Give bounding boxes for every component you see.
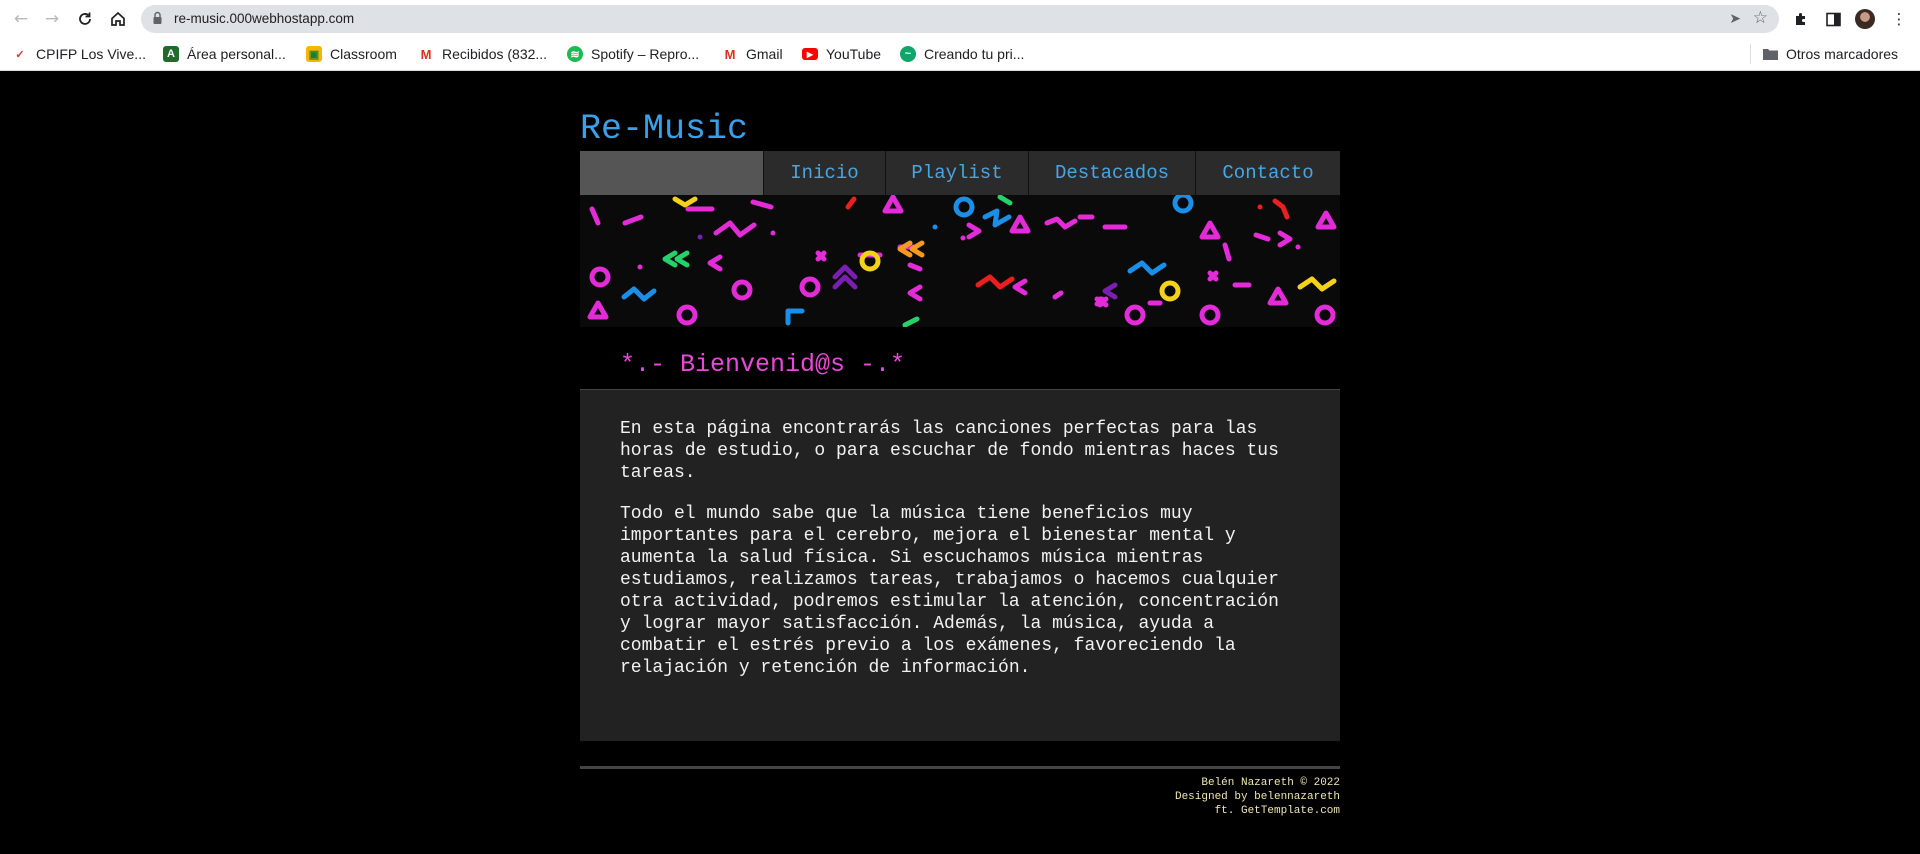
bookmark-label: Creando tu pri... <box>924 46 1025 62</box>
other-bookmarks-folder[interactable]: Otros marcadores <box>1762 45 1898 63</box>
browser-chrome: ← → re-music.000webhostapp.com ➤ ☆ ⋮ ✓ C… <box>0 0 1920 71</box>
bookmark-label: YouTube <box>826 46 882 62</box>
footer-designer: Designed by belennazareth <box>1174 791 1340 803</box>
bookmark-label: Classroom <box>330 46 397 62</box>
send-icon[interactable]: ➤ <box>1729 10 1741 27</box>
bookmark-label: Otros marcadores <box>1786 46 1899 62</box>
profile-avatar[interactable] <box>1855 9 1875 29</box>
browser-toolbar: ← → re-music.000webhostapp.com ➤ ☆ ⋮ <box>0 0 1920 37</box>
moodle-icon: A <box>163 46 179 62</box>
bookmark-label: CPIFP Los Vive... <box>36 46 146 62</box>
nav-item-inicio[interactable]: Inicio <box>763 151 885 195</box>
footer-divider <box>580 766 1340 769</box>
classroom-icon: ▣ <box>306 46 322 62</box>
gmail-icon: M <box>724 46 736 62</box>
bookmark-youtube[interactable]: ▶ YouTube <box>802 45 881 63</box>
reload-icon[interactable] <box>73 7 97 31</box>
bookmark-creando[interactable]: ~ Creando tu pri... <box>900 45 1024 63</box>
intro-paragraph: En esta página encontrarás las canciones… <box>620 419 1279 483</box>
bookmarks-divider <box>1750 44 1751 64</box>
side-panel-icon[interactable] <box>1822 8 1844 30</box>
forward-arrow-icon[interactable]: → <box>40 7 64 31</box>
footer-template-credit[interactable]: ft. GetTemplate.com <box>580 804 1340 818</box>
site-title[interactable]: Re-Music <box>580 109 748 149</box>
spotify-icon: ≋ <box>567 46 583 62</box>
extensions-puzzle-icon[interactable] <box>1790 8 1812 30</box>
bookmark-classroom[interactable]: ▣ Classroom <box>306 45 397 63</box>
welcome-heading: *.- Bienvenid@s -.* <box>620 350 906 379</box>
youtube-icon: ▶ <box>802 48 818 60</box>
bookmark-star-icon[interactable]: ☆ <box>1753 8 1768 28</box>
nav-item-destacados[interactable]: Destacados <box>1028 151 1195 195</box>
banner-image <box>580 195 1340 327</box>
nav-item-contacto[interactable]: Contacto <box>1195 151 1340 195</box>
bookmark-gmail[interactable]: M Gmail <box>722 45 783 63</box>
back-arrow-icon[interactable]: ← <box>9 7 33 31</box>
bookmarks-bar: ✓ CPIFP Los Vive... A Área personal... ▣… <box>0 37 1920 71</box>
nav-item-playlist[interactable]: Playlist <box>885 151 1028 195</box>
bookmark-recibidos[interactable]: M Recibidos (832... <box>418 45 547 63</box>
benefits-paragraph: Todo el mundo sabe que la música tiene b… <box>620 504 1279 678</box>
bookmark-cpifp[interactable]: ✓ CPIFP Los Vive... <box>12 45 146 63</box>
nav-blank-cell <box>580 151 763 195</box>
bookmark-label: Recibidos (832... <box>442 46 548 62</box>
site-footer: Belén Nazareth © 2022 Designed by belenn… <box>580 776 1340 818</box>
bookmark-area-personal[interactable]: A Área personal... <box>163 45 286 63</box>
bookmark-label: Área personal... <box>187 46 286 62</box>
lock-icon <box>153 11 162 24</box>
home-icon[interactable] <box>106 7 130 31</box>
folder-icon <box>1762 46 1778 62</box>
address-bar[interactable]: re-music.000webhostapp.com ➤ ☆ <box>141 5 1779 33</box>
menu-kebab-icon[interactable]: ⋮ <box>1888 8 1910 30</box>
site-icon: ~ <box>900 46 916 62</box>
cpifp-icon: ✓ <box>15 48 25 61</box>
gmail-icon: M <box>420 46 432 62</box>
url-text: re-music.000webhostapp.com <box>174 11 355 26</box>
bookmark-label: Gmail <box>746 46 783 62</box>
content-box: En esta página encontrarás las canciones… <box>580 389 1340 741</box>
bookmark-label: Spotify – Repro... <box>591 46 700 62</box>
web-page: Re-Music Inicio Playlist Destacados Cont… <box>0 71 1920 854</box>
bookmark-spotify[interactable]: ≋ Spotify – Repro... <box>567 45 699 63</box>
main-nav: Inicio Playlist Destacados Contacto <box>580 151 1340 195</box>
footer-copyright: Belén Nazareth © 2022 <box>1201 777 1340 789</box>
